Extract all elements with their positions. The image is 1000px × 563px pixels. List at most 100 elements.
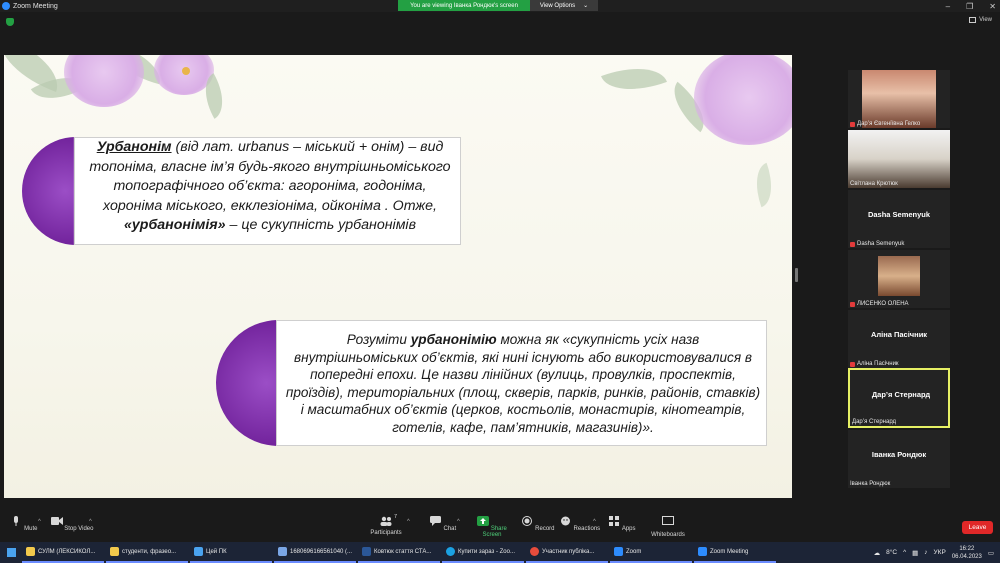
explanation-start: Розуміти (346, 332, 411, 347)
clock-time: 16:22 (959, 545, 975, 552)
muted-mic-icon (850, 361, 855, 367)
notifications-icon[interactable]: ▭ (988, 549, 994, 557)
participant-tile[interactable]: ЛИСЕНКО ОЛЕНА (848, 250, 950, 308)
volume-icon[interactable]: ♪ (924, 549, 927, 556)
participant-name: Аліна Пасічник (857, 361, 899, 367)
participant-tile[interactable]: Дар’я Євгеніївна Гелко (848, 70, 950, 128)
shared-screen-slide: Урбанонім (від лат. urbanus – міський + … (4, 55, 792, 498)
participant-tile[interactable]: Світлана Крютюк (848, 130, 950, 188)
language-indicator[interactable]: УКР (934, 549, 946, 556)
start-button[interactable] (0, 542, 22, 563)
view-options-label: View Options (539, 2, 576, 9)
taskbar-item[interactable]: Купити зараз - Zoo... (442, 542, 524, 563)
participant-name-large: Dasha Semenyuk (867, 210, 931, 219)
zoom-logo-icon (2, 2, 10, 10)
participant-video (862, 70, 936, 128)
participant-tile-active-speaker[interactable]: Дар’я Стернард Дар’я Стернард (848, 368, 950, 428)
computer-icon (194, 547, 203, 556)
share-screen-button[interactable]: Share Screen (470, 516, 514, 538)
minimize-button[interactable]: – (946, 2, 950, 11)
taskbar-item[interactable]: Участник публіка... (526, 542, 608, 563)
muted-mic-icon (850, 121, 855, 127)
definition-end: – це сукупність урбанонімів (225, 217, 416, 233)
view-label: View (979, 17, 992, 23)
participant-name: Dasha Semenyuk (857, 241, 905, 247)
view-button[interactable]: View (969, 17, 992, 23)
network-icon[interactable]: ▦ (912, 549, 918, 557)
participant-video (878, 256, 920, 296)
participant-name-large: Аліна Пасічник (870, 330, 928, 339)
windows-taskbar: СУЛМ (ЛЕКСИКОЛ... студенти, фразео... Це… (0, 542, 1000, 563)
taskbar-item[interactable]: студенти, фразео... (106, 542, 188, 563)
weather-cloud-icon[interactable]: ☁ (874, 549, 881, 557)
participant-name: Світлана Крютюк (850, 181, 898, 187)
microphone-icon (14, 516, 19, 526)
video-options-caret[interactable]: ^ (89, 519, 92, 525)
window-controls: – ❐ ✕ (946, 0, 996, 12)
reactions-options-caret[interactable]: ^ (593, 519, 596, 525)
definition-text: Урбанонім (від лат. urbanus – міський + … (85, 138, 455, 236)
view-options-button[interactable]: View Options ⌄ (530, 0, 598, 11)
explanation-body: можна як «сукупність усіх назв внутрішнь… (285, 332, 761, 435)
participants-options-caret[interactable]: ^ (407, 519, 410, 525)
participants-count: 7 (394, 514, 398, 520)
smiley-plus-icon (560, 516, 570, 526)
tray-chevron-icon[interactable]: ^ (903, 549, 906, 556)
participant-tile[interactable]: Аліна Пасічник Аліна Пасічник (848, 310, 950, 368)
participant-tile[interactable]: Іванка Рондюк Іванка Рондюк (848, 430, 950, 488)
explanation-textbox: Розуміти урбанонімію можна як «сукупніст… (276, 320, 767, 446)
taskbar-item[interactable]: СУЛМ (ЛЕКСИКОЛ... (22, 542, 104, 563)
participant-name: Дар’я Стернард (852, 419, 897, 425)
chevron-down-icon: ⌄ (583, 3, 589, 9)
maximize-button[interactable]: ❐ (966, 2, 973, 11)
participants-button[interactable]: 7 Participants (364, 514, 408, 536)
system-tray: ☁ 8°C ^ ▦ ♪ УКР 16:22 06.04.2023 ▭ (874, 542, 1000, 563)
participants-label: Participants (370, 530, 402, 536)
stop-video-button[interactable]: Stop Video (50, 516, 94, 532)
meeting-toolbar: Mute ^ Stop Video ^ 7 Participants ^ Cha… (0, 512, 1000, 542)
whiteboards-label: Whiteboards (651, 532, 685, 538)
term-urbanonim: Урбанонім (96, 139, 172, 155)
participant-name-large: Іванка Рондюк (871, 450, 927, 459)
weather-temperature[interactable]: 8°C (886, 549, 897, 556)
taskbar-item[interactable]: Zoom Meeting (694, 542, 776, 563)
clock[interactable]: 16:22 06.04.2023 (952, 545, 982, 561)
apps-button[interactable]: Apps (600, 516, 644, 532)
explanation-text: Розуміти урбанонімію можна як «сукупніст… (285, 331, 761, 436)
reactions-label: Reactions (573, 526, 601, 532)
apps-label: Apps (621, 526, 636, 532)
record-button[interactable]: Record (516, 516, 560, 532)
flower-center-decoration (182, 67, 190, 75)
participant-tile[interactable]: Dasha Semenyuk Dasha Semenyuk (848, 190, 950, 248)
viewing-screen-banner: You are viewing Іванка Рондюк's screen (398, 0, 530, 11)
participant-video (848, 130, 950, 188)
edge-browser-icon (446, 547, 455, 556)
term-urbanonimiia: «урбанонімія» (124, 217, 226, 233)
leave-button[interactable]: Leave (962, 521, 993, 534)
chat-options-caret[interactable]: ^ (457, 519, 460, 525)
whiteboards-button[interactable]: Whiteboards (646, 516, 690, 538)
mute-options-caret[interactable]: ^ (38, 519, 41, 525)
taskbar-item[interactable]: Цей ПК (190, 542, 272, 563)
leaf-decoration (601, 55, 667, 103)
participant-name: Іванка Рондюк (850, 481, 891, 487)
term-urbanonimiiu: урбанонімію (410, 332, 497, 347)
taskbar-item[interactable]: Ковтюк стаття СТА... (358, 542, 440, 563)
participants-icon (380, 516, 392, 526)
windows-logo-icon (6, 548, 16, 557)
image-file-icon (278, 547, 287, 556)
flower-decoration (694, 55, 792, 145)
taskbar-item[interactable]: 1680696166561040 (... (274, 542, 356, 563)
grid-icon (969, 17, 977, 23)
record-icon (522, 516, 533, 526)
whiteboard-icon (662, 516, 674, 525)
chat-bubble-icon (429, 516, 441, 526)
zoom-app-icon (698, 547, 707, 556)
security-shield-icon[interactable] (6, 18, 14, 26)
stop-video-label: Stop Video (64, 526, 94, 532)
splitter-handle[interactable] (795, 268, 798, 282)
taskbar-item[interactable]: Zoom (610, 542, 692, 563)
close-button[interactable]: ✕ (989, 2, 996, 11)
muted-mic-icon (850, 301, 855, 307)
muted-mic-icon (850, 241, 855, 247)
